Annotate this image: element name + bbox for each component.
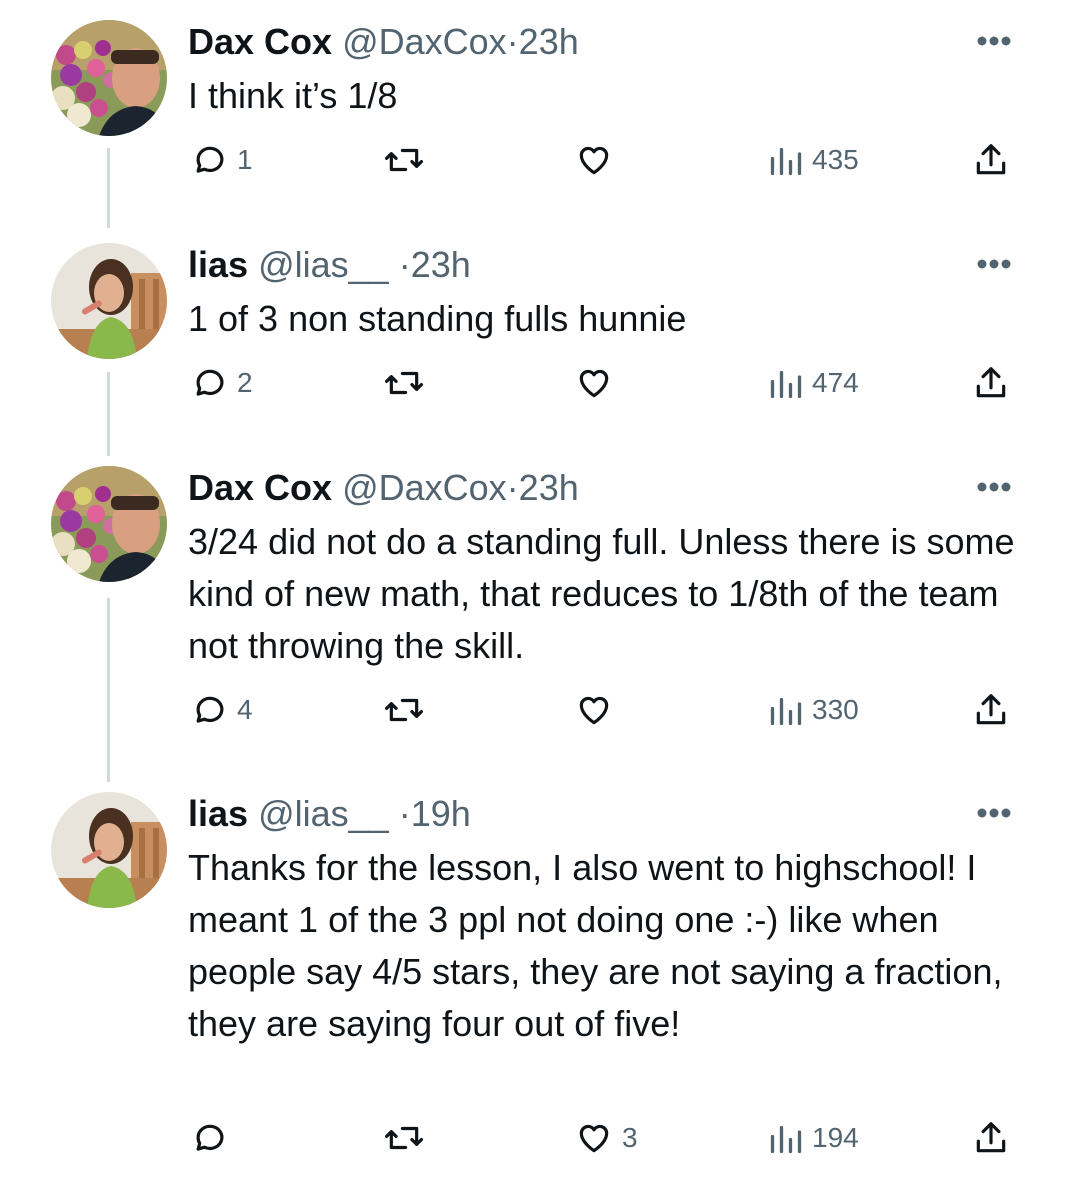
action-bar: 4 330 xyxy=(0,688,1066,732)
heart-icon xyxy=(579,369,609,398)
share-icon xyxy=(976,367,1006,398)
tweet[interactable]: Dax Cox @DaxCox·23h 3/24 did not do a st… xyxy=(0,466,1066,746)
handle[interactable]: @DaxCox xyxy=(342,467,507,508)
like-count: 3 xyxy=(622,1122,638,1153)
reply-button[interactable]: 4 xyxy=(191,688,253,732)
reply-icon xyxy=(196,146,224,173)
reply-count: 1 xyxy=(237,144,253,175)
retweet-icon xyxy=(385,371,423,395)
timestamp[interactable]: 23h xyxy=(519,21,579,62)
more-options-icon[interactable] xyxy=(975,480,1013,494)
avatar[interactable] xyxy=(51,20,167,136)
tweet-text: 3/24 did not do a standing full. Unless … xyxy=(188,521,1015,666)
like-button[interactable] xyxy=(574,361,622,405)
tweet-text: Thanks for the lesson, I also went to hi… xyxy=(188,847,1003,1044)
more-options-icon[interactable] xyxy=(975,257,1013,271)
timestamp[interactable]: 19h xyxy=(411,793,471,834)
tweet-header: Dax Cox @DaxCox·23h xyxy=(188,22,579,62)
share-icon xyxy=(976,1122,1006,1153)
separator: · xyxy=(398,244,411,285)
more-options-icon[interactable] xyxy=(975,806,1013,820)
bar-chart-icon xyxy=(770,1125,802,1154)
retweet-button[interactable] xyxy=(383,688,433,732)
avatar[interactable] xyxy=(51,792,167,908)
like-button[interactable] xyxy=(574,688,622,732)
display-name[interactable]: lias xyxy=(188,244,248,285)
display-name[interactable]: Dax Cox xyxy=(188,467,332,508)
action-bar: 1 435 xyxy=(0,138,1066,182)
tweet-text: I think it’s 1/8 xyxy=(188,75,398,116)
share-icon xyxy=(976,694,1006,725)
tweet[interactable]: lias @lias__ ·23h 1 of 3 non standing fu… xyxy=(0,243,1066,423)
action-bar: 3 194 xyxy=(0,1116,1066,1160)
avatar[interactable] xyxy=(51,243,167,359)
bar-chart-icon xyxy=(770,147,802,176)
share-icon xyxy=(976,144,1006,175)
handle[interactable]: @DaxCox xyxy=(342,21,507,62)
reply-count: 4 xyxy=(237,694,253,725)
bar-chart-icon xyxy=(770,697,802,726)
more-options-icon[interactable] xyxy=(975,34,1013,48)
views-button[interactable]: 330 xyxy=(768,688,859,732)
tweet-header: lias @lias__ ·23h xyxy=(188,245,471,285)
retweet-button[interactable] xyxy=(383,1116,433,1160)
tweet[interactable]: lias @lias__ ·19h Thanks for the lesson,… xyxy=(0,792,1066,1192)
heart-icon xyxy=(579,696,609,725)
views-count: 330 xyxy=(812,694,859,725)
display-name[interactable]: Dax Cox xyxy=(188,21,332,62)
views-count: 194 xyxy=(812,1122,859,1153)
retweet-button[interactable] xyxy=(383,138,433,182)
like-button[interactable] xyxy=(574,138,622,182)
timestamp[interactable]: 23h xyxy=(411,244,471,285)
retweet-icon xyxy=(385,1126,423,1150)
action-bar: 2 474 xyxy=(0,361,1066,405)
separator: · xyxy=(398,793,411,834)
retweet-icon xyxy=(385,698,423,722)
bar-chart-icon xyxy=(770,370,802,399)
reply-icon xyxy=(196,696,224,723)
like-button[interactable]: 3 xyxy=(574,1116,638,1160)
separator: · xyxy=(506,467,519,508)
reply-button[interactable]: 1 xyxy=(191,138,253,182)
views-count: 435 xyxy=(812,144,859,175)
heart-icon xyxy=(579,1124,609,1153)
reply-button[interactable] xyxy=(191,1116,237,1160)
reply-icon xyxy=(196,369,224,396)
views-button[interactable]: 194 xyxy=(768,1116,859,1160)
reply-count: 2 xyxy=(237,367,253,398)
handle[interactable]: @lias__ xyxy=(258,793,389,834)
retweet-icon xyxy=(385,148,423,172)
avatar[interactable] xyxy=(51,466,167,582)
share-button[interactable] xyxy=(972,1116,1010,1160)
timestamp[interactable]: 23h xyxy=(519,467,579,508)
heart-icon xyxy=(579,146,609,175)
tweet-header: lias @lias__ ·19h xyxy=(188,794,471,834)
views-count: 474 xyxy=(812,367,859,398)
views-button[interactable]: 474 xyxy=(768,361,859,405)
separator: · xyxy=(506,21,519,62)
share-button[interactable] xyxy=(972,688,1010,732)
retweet-button[interactable] xyxy=(383,361,433,405)
display-name[interactable]: lias xyxy=(188,793,248,834)
reply-button[interactable]: 2 xyxy=(191,361,253,405)
share-button[interactable] xyxy=(972,361,1010,405)
views-button[interactable]: 435 xyxy=(768,138,859,182)
reply-icon xyxy=(196,1124,224,1151)
share-button[interactable] xyxy=(972,138,1010,182)
tweet-header: Dax Cox @DaxCox·23h xyxy=(188,468,579,508)
tweet-text: 1 of 3 non standing fulls hunnie xyxy=(188,298,687,339)
tweet[interactable]: Dax Cox @DaxCox·23h I think it’s 1/8 1 4… xyxy=(0,20,1066,200)
handle[interactable]: @lias__ xyxy=(258,244,389,285)
